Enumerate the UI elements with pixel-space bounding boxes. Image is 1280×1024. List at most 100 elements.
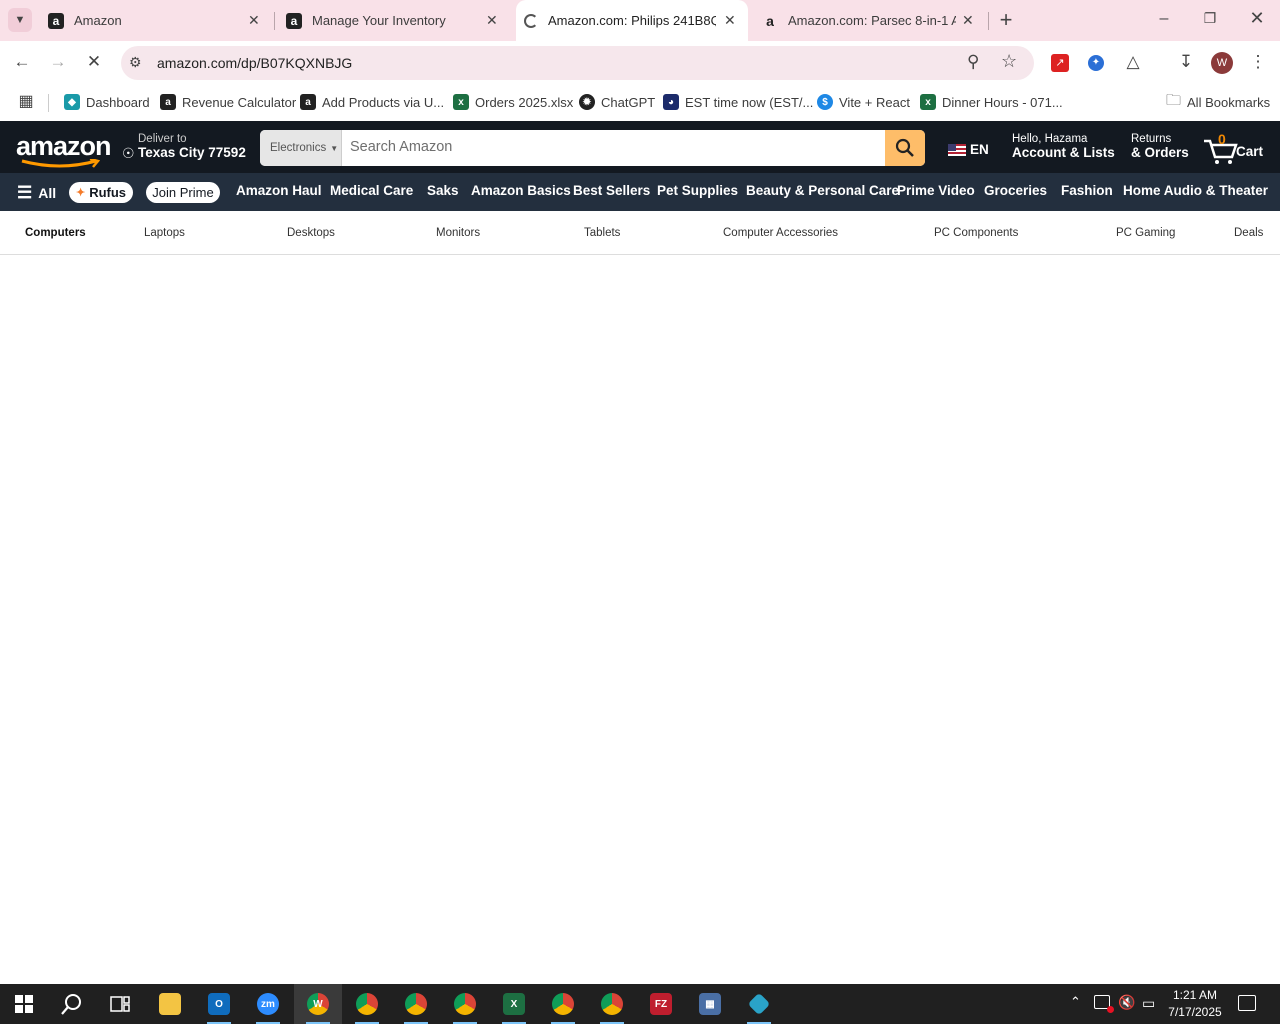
bookmark-star-icon[interactable]: ☆	[1001, 51, 1017, 72]
url-text[interactable]: amazon.com/dp/B07KQXNBJG	[157, 55, 352, 71]
back-arrow-icon[interactable]: ←	[10, 52, 34, 72]
apps-grid-icon[interactable]: ▦	[14, 91, 38, 111]
nav-saks[interactable]: Saks	[427, 183, 459, 198]
subnav-laptops[interactable]: Laptops	[144, 227, 185, 239]
subnav-tablets[interactable]: Tablets	[584, 227, 620, 239]
tab-philips-active[interactable]: Amazon.com: Philips 241B8QJE ✕	[516, 0, 748, 41]
account-lists[interactable]: Hello, Hazama Account & Lists	[1012, 133, 1115, 160]
account-label: Account & Lists	[1012, 145, 1115, 160]
bookmark-revenue-calculator[interactable]: a Revenue Calculator	[160, 91, 296, 113]
extensions-puzzle-icon[interactable]: △	[1121, 52, 1145, 72]
us-flag-icon	[948, 143, 966, 156]
profile-avatar[interactable]: W	[1211, 52, 1233, 74]
deliver-to[interactable]: ☉ Deliver to Texas City 77592	[122, 133, 246, 161]
nav-fashion[interactable]: Fashion	[1061, 183, 1113, 198]
excel-icon: x	[453, 94, 469, 110]
show-hidden-icons[interactable]: ⌃	[1070, 994, 1081, 1010]
all-bookmarks[interactable]: 🗀 All Bookmarks	[1166, 91, 1270, 113]
taskbar-file-explorer[interactable]	[146, 984, 194, 1024]
subnav-deals[interactable]: Deals	[1234, 227, 1263, 239]
clock[interactable]: 1:21 AM 7/17/2025	[1166, 987, 1224, 1021]
tab-parsec[interactable]: a Amazon.com: Parsec 8-in-1 Au ✕	[754, 0, 986, 41]
language-selector[interactable]: EN	[948, 142, 989, 157]
amazon-logo[interactable]: amazon	[16, 131, 112, 168]
taskbar-app-diamond[interactable]	[735, 984, 783, 1024]
forward-arrow-icon[interactable]: →	[46, 52, 70, 72]
all-menu-button[interactable]: ☰ All	[17, 183, 56, 203]
close-tab-icon[interactable]: ✕	[962, 12, 974, 29]
cart[interactable]: 0 Cart	[1202, 131, 1268, 165]
nav-pet-supplies[interactable]: Pet Supplies	[657, 183, 738, 198]
taskbar-chrome-6[interactable]	[588, 984, 636, 1024]
site-info-icon[interactable]: ⚙	[129, 54, 142, 71]
taskbar-outlook[interactable]: O	[195, 984, 243, 1024]
browser-menu-icon[interactable]: ⋮	[1246, 52, 1270, 72]
tab-amazon[interactable]: a Amazon ✕	[40, 0, 272, 41]
nav-groceries[interactable]: Groceries	[984, 183, 1047, 198]
returns-orders[interactable]: Returns & Orders	[1131, 133, 1189, 160]
taskbar-chrome-w[interactable]: W	[294, 984, 342, 1024]
address-bar[interactable]: ⚙ amazon.com/dp/B07KQXNBJG ⚲ ☆	[121, 46, 1034, 80]
extension-blue-icon[interactable]: ✦	[1088, 55, 1104, 71]
taskbar-search-button[interactable]	[48, 984, 96, 1024]
amazon-nav-bar: ☰ All ✦ Rufus Join Prime Amazon Haul Medic…	[0, 173, 1280, 211]
volume-muted-icon[interactable]: 🔇	[1118, 994, 1135, 1011]
display-icon[interactable]: ▭	[1142, 995, 1155, 1012]
nav-home-audio-theater[interactable]: Home Audio & Theater	[1123, 183, 1268, 198]
subnav-computers[interactable]: Computers	[25, 227, 86, 239]
notification-center-icon[interactable]	[1238, 995, 1256, 1011]
deliver-label: Deliver to	[138, 133, 187, 145]
start-button[interactable]	[0, 984, 48, 1024]
search-button[interactable]	[885, 130, 925, 166]
bookmark-vite-react[interactable]: $ Vite + React	[817, 91, 910, 113]
bookmark-est-time[interactable]: ◕ EST time now (EST/...	[663, 91, 813, 113]
taskbar-excel[interactable]: X	[490, 984, 538, 1024]
join-prime-button[interactable]: Join Prime	[146, 182, 220, 203]
bookmark-label: Dinner Hours - 071...	[942, 94, 1063, 110]
restore-window-icon[interactable]: ❐	[1198, 10, 1222, 27]
subnav-pc-gaming[interactable]: PC Gaming	[1116, 227, 1175, 239]
zoom-icon[interactable]: ⚲	[967, 52, 979, 72]
close-tab-icon[interactable]: ✕	[486, 12, 498, 29]
bookmark-chatgpt[interactable]: ✹ ChatGPT	[579, 91, 655, 113]
close-tab-icon[interactable]: ✕	[248, 12, 260, 29]
bookmark-add-products[interactable]: a Add Products via U...	[300, 91, 444, 113]
taskbar-filezilla[interactable]: FZ	[637, 984, 685, 1024]
taskbar-chrome-2[interactable]	[343, 984, 391, 1024]
nav-medical-care[interactable]: Medical Care	[330, 183, 413, 198]
taskbar-chrome-3[interactable]	[392, 984, 440, 1024]
amazon-a-icon: a	[48, 12, 64, 29]
nav-amazon-haul[interactable]: Amazon Haul	[236, 183, 322, 198]
network-alert-icon[interactable]	[1094, 995, 1114, 1013]
nav-beauty-personal-care[interactable]: Beauty & Personal Care	[746, 183, 899, 198]
stop-loading-icon[interactable]: ✕	[82, 52, 106, 72]
bookmark-dinner-hours[interactable]: x Dinner Hours - 071...	[920, 91, 1063, 113]
nav-best-sellers[interactable]: Best Sellers	[573, 183, 650, 198]
search-category-dropdown[interactable]: Electronics ▼	[260, 130, 342, 166]
taskbar-zoom[interactable]: zm	[244, 984, 292, 1024]
bookmark-dashboard[interactable]: ◆ Dashboard	[64, 91, 150, 113]
subnav-pc-components[interactable]: PC Components	[934, 227, 1018, 239]
close-window-icon[interactable]: ✕	[1245, 8, 1269, 29]
close-tab-icon[interactable]: ✕	[724, 12, 736, 29]
bookmark-orders-2025[interactable]: x Orders 2025.xlsx	[453, 91, 573, 113]
subnav-desktops[interactable]: Desktops	[287, 227, 335, 239]
pdf-extension-icon[interactable]: ↗	[1051, 54, 1069, 72]
new-tab-icon[interactable]: +	[994, 8, 1018, 32]
loading-spinner-icon	[524, 13, 538, 28]
tab-search-chevron-icon[interactable]: ▼	[8, 8, 32, 32]
subnav-monitors[interactable]: Monitors	[436, 227, 480, 239]
search-input[interactable]: Search Amazon	[350, 139, 452, 155]
taskbar-calculator[interactable]: ▦	[686, 984, 734, 1024]
rufus-button[interactable]: ✦ Rufus	[69, 182, 133, 203]
download-icon[interactable]: ↧	[1174, 52, 1198, 72]
taskbar-chrome-5[interactable]	[539, 984, 587, 1024]
subnav-computer-accessories[interactable]: Computer Accessories	[723, 227, 838, 239]
minimize-window-icon[interactable]: –	[1152, 10, 1176, 28]
tab-manage-inventory[interactable]: a Manage Your Inventory ✕	[278, 0, 510, 41]
taskbar-chrome-4[interactable]	[441, 984, 489, 1024]
nav-prime-video[interactable]: Prime Video	[897, 183, 975, 198]
nav-amazon-basics[interactable]: Amazon Basics	[471, 183, 571, 198]
bookmark-label: Revenue Calculator	[182, 94, 297, 110]
task-view-button[interactable]	[96, 984, 144, 1024]
